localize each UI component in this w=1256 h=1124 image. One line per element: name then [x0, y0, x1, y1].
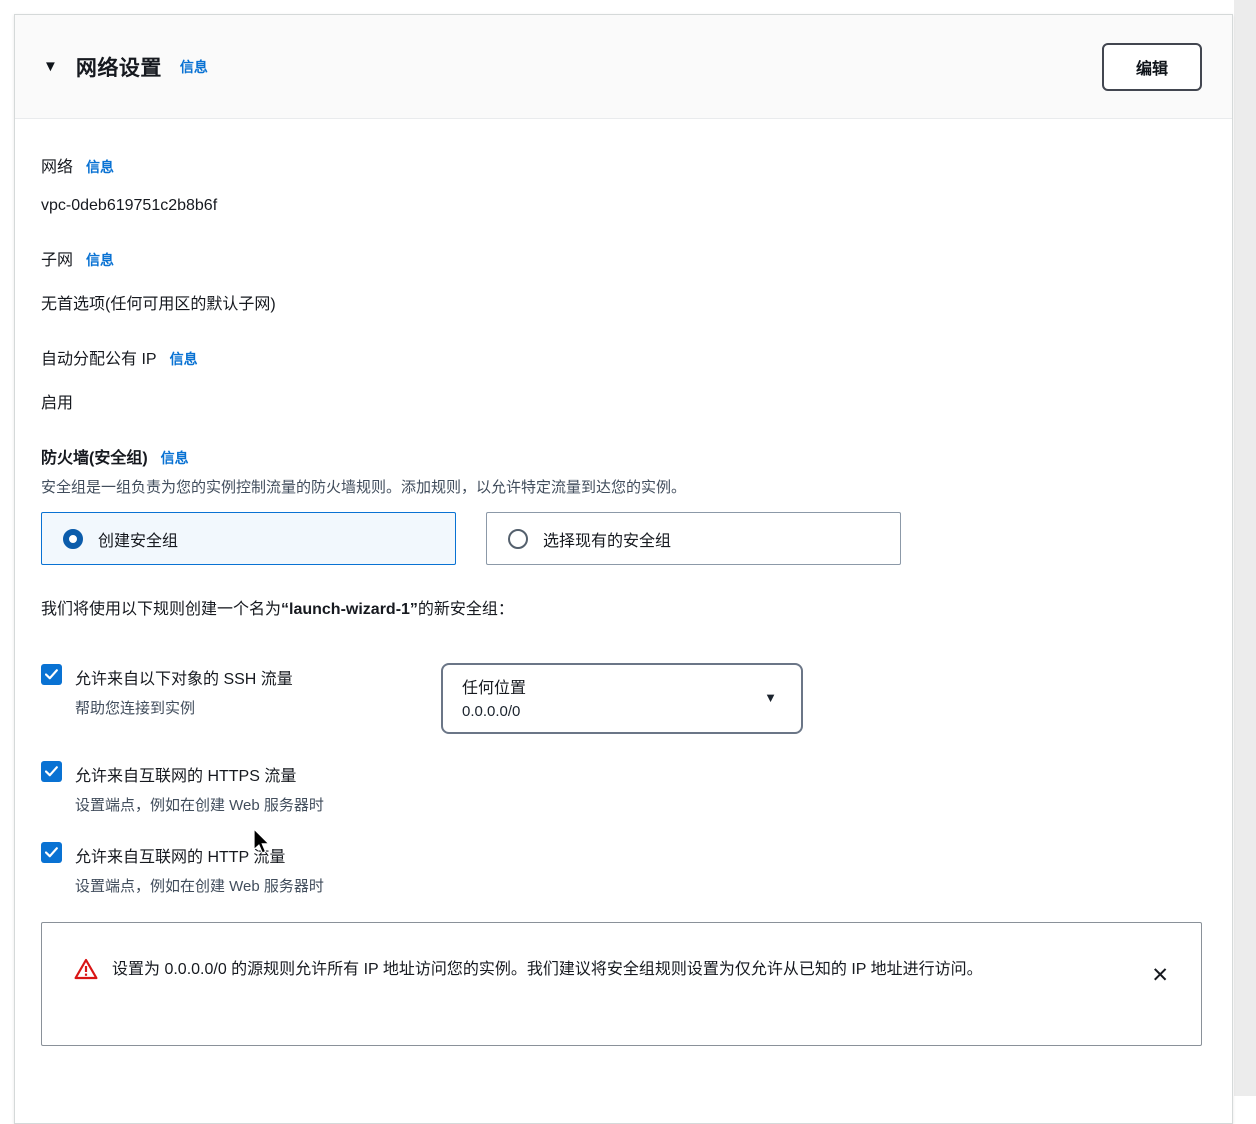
check-icon: [45, 669, 58, 680]
collapse-caret-icon[interactable]: ▼: [43, 59, 58, 74]
ssh-checkbox[interactable]: [41, 664, 62, 685]
radio-selected-icon[interactable]: [63, 529, 83, 549]
panel-body: 网络 信息 vpc-0deb619751c2b8b6f 子网 信息 无首选项(任…: [15, 119, 1232, 1086]
firewall-section: 防火墙(安全组) 信息 安全组是一组负责为您的实例控制流量的防火墙规则。添加规则…: [41, 444, 1202, 1046]
auto-assign-ip-info-link[interactable]: 信息: [170, 349, 198, 369]
firewall-label: 防火墙(安全组): [41, 444, 148, 468]
network-label: 网络: [41, 153, 73, 177]
http-rule-description: 设置端点，例如在创建 Web 服务器时: [75, 875, 441, 896]
firewall-description: 安全组是一组负责为您的实例控制流量的防火墙规则。添加规则，以允许特定流量到达您的…: [41, 476, 1202, 497]
field-auto-assign-ip: 自动分配公有 IP 信息 启用: [41, 345, 1202, 413]
http-rule-label: 允许来自互联网的 HTTP 流量: [75, 841, 285, 867]
option-select-existing-security-group[interactable]: 选择现有的安全组: [486, 512, 901, 565]
auto-assign-ip-label: 自动分配公有 IP: [41, 345, 157, 369]
option-create-security-group[interactable]: 创建安全组: [41, 512, 456, 565]
subnet-info-link[interactable]: 信息: [86, 250, 114, 270]
network-info-link[interactable]: 信息: [86, 157, 114, 177]
ssh-source-dropdown[interactable]: 任何位置 0.0.0.0/0 ▼: [441, 663, 803, 734]
rules-intro-suffix: 的新安全组：: [418, 601, 514, 618]
radio-unselected-icon[interactable]: [508, 529, 528, 549]
close-icon[interactable]: ✕: [1147, 959, 1173, 992]
warning-message: 设置为 0.0.0.0/0 的源规则允许所有 IP 地址访问您的实例。我们建议将…: [112, 953, 1122, 987]
subnet-label: 子网: [41, 246, 73, 270]
auto-assign-ip-value: 启用: [41, 389, 1202, 413]
panel-header-left: ▼ 网络设置 信息: [43, 52, 208, 82]
https-rule-description: 设置端点，例如在创建 Web 服务器时: [75, 794, 441, 815]
network-settings-panel: ▼ 网络设置 信息 编辑 网络 信息 vpc-0deb619751c2b8b6f…: [14, 14, 1233, 1124]
http-checkbox[interactable]: [41, 842, 62, 863]
ssh-rule-description: 帮助您连接到实例: [75, 697, 441, 718]
field-network: 网络 信息 vpc-0deb619751c2b8b6f: [41, 153, 1202, 215]
firewall-info-link[interactable]: 信息: [161, 448, 189, 468]
https-rule-label: 允许来自互联网的 HTTPS 流量: [75, 760, 296, 786]
subnet-value: 无首选项(任何可用区的默认子网): [41, 290, 1202, 314]
security-group-options: 创建安全组 选择现有的安全组: [41, 512, 1202, 565]
page-scroll-gutter: [1234, 0, 1256, 1096]
network-value: vpc-0deb619751c2b8b6f: [41, 197, 1202, 215]
edit-button[interactable]: 编辑: [1102, 43, 1202, 91]
option-select-existing-security-group-label: 选择现有的安全组: [543, 527, 671, 551]
warning-triangle-icon: [74, 958, 98, 985]
page-title: 网络设置: [76, 52, 162, 82]
check-icon: [45, 766, 58, 777]
field-subnet: 子网 信息 无首选项(任何可用区的默认子网): [41, 246, 1202, 314]
ssh-source-selected-label: 任何位置: [462, 674, 751, 698]
https-checkbox[interactable]: [41, 761, 62, 782]
open-access-warning: 设置为 0.0.0.0/0 的源规则允许所有 IP 地址访问您的实例。我们建议将…: [41, 922, 1202, 1046]
header-info-link[interactable]: 信息: [180, 57, 208, 77]
rules-intro: 我们将使用以下规则创建一个名为“launch-wizard-1”的新安全组：: [41, 595, 1202, 619]
option-create-security-group-label: 创建安全组: [98, 527, 178, 551]
ssh-rule-label: 允许来自以下对象的 SSH 流量: [75, 663, 293, 689]
check-icon: [45, 847, 58, 858]
ssh-source-selected-value: 0.0.0.0/0: [462, 703, 751, 720]
rule-http: 允许来自互联网的 HTTP 流量 设置端点，例如在创建 Web 服务器时: [41, 841, 1202, 896]
panel-header: ▼ 网络设置 信息 编辑: [15, 15, 1232, 119]
rule-https: 允许来自互联网的 HTTPS 流量 设置端点，例如在创建 Web 服务器时: [41, 760, 1202, 815]
rules-intro-prefix: 我们将使用以下规则创建一个名为: [41, 601, 281, 618]
chevron-down-icon: ▼: [764, 690, 777, 705]
rule-ssh: 允许来自以下对象的 SSH 流量 帮助您连接到实例 任何位置 0.0.0.0/0…: [41, 663, 1202, 734]
rules-intro-sg-name: “launch-wizard-1”: [281, 601, 418, 618]
